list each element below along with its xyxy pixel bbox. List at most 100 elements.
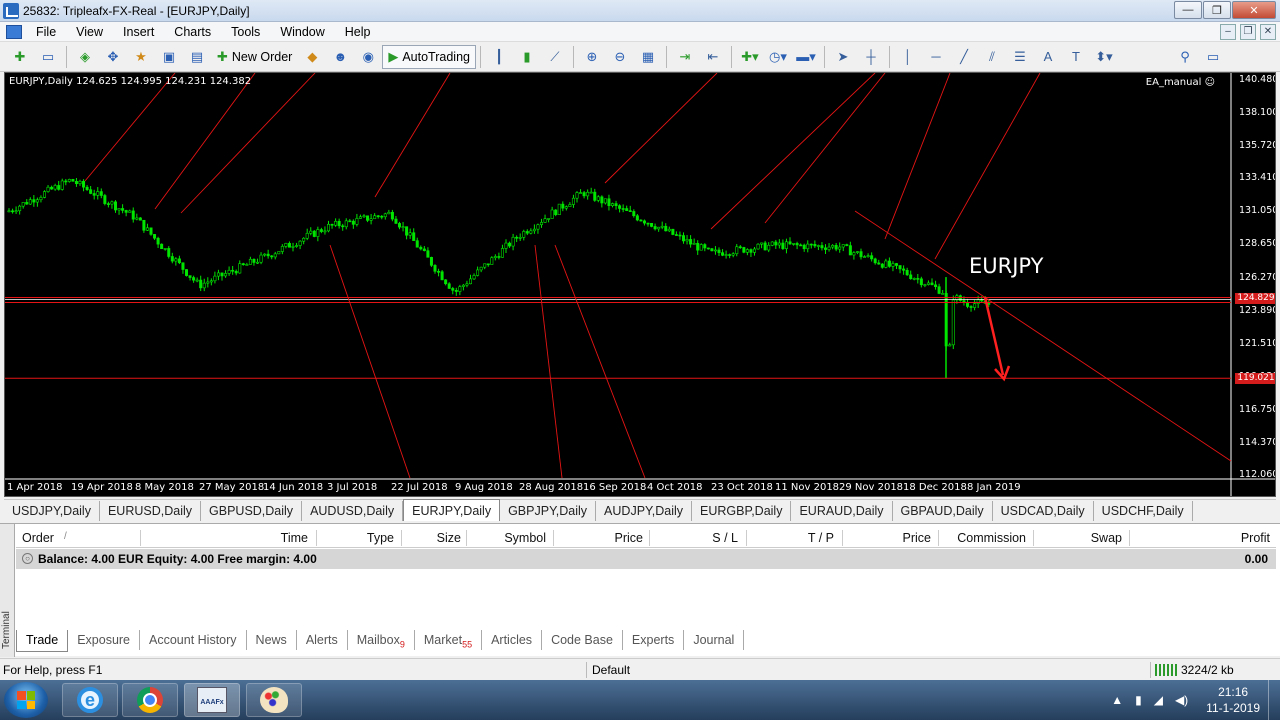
terminal-tab[interactable]: Trade (16, 630, 69, 652)
tile-windows-icon[interactable]: ▦ (637, 46, 659, 68)
chart-tab[interactable]: GBPUSD,Daily (201, 501, 303, 521)
column-header[interactable]: Size (437, 531, 461, 545)
column-header[interactable]: T / P (808, 531, 834, 545)
candlestick-icon[interactable]: ▮ (516, 46, 538, 68)
column-header[interactable]: S / L (712, 531, 738, 545)
balance-row[interactable]: ○ Balance: 4.00 EUR Equity: 4.00 Free ma… (16, 549, 1276, 569)
terminal-tab[interactable]: Code Base (542, 630, 623, 650)
crosshair-icon[interactable]: ┼ (860, 46, 882, 68)
menu-window[interactable]: Window (270, 22, 334, 42)
terminal-tab[interactable]: Alerts (297, 630, 348, 650)
column-header[interactable]: Symbol (504, 531, 546, 545)
terminal-icon[interactable]: ▣ (158, 46, 180, 68)
metatrader-taskbar[interactable]: AAAFx (184, 683, 240, 717)
chart-canvas[interactable] (5, 73, 1276, 497)
navigator-icon[interactable]: ★ (130, 46, 152, 68)
chart-minimize-button[interactable]: – (1220, 24, 1236, 40)
menu-insert[interactable]: Insert (113, 22, 164, 42)
chart-tab[interactable]: EURAUD,Daily (791, 501, 893, 521)
chrome-taskbar[interactable] (122, 683, 178, 717)
price-chart[interactable]: EURJPY,Daily 124.625 124.995 124.231 124… (4, 72, 1276, 497)
clock[interactable]: 21:16 11-1-2019 (1206, 684, 1260, 716)
battery-icon[interactable]: ▮ (1135, 693, 1142, 707)
chart-tab[interactable]: USDJPY,Daily (4, 501, 100, 521)
trendline-icon[interactable]: ╱ (953, 46, 975, 68)
internet-explorer-taskbar[interactable]: e (62, 683, 118, 717)
menu-help[interactable]: Help (335, 22, 381, 42)
cursor-icon[interactable]: ➤ (832, 46, 854, 68)
maximize-button[interactable]: ❐ (1203, 1, 1231, 19)
column-header[interactable]: Price (615, 531, 643, 545)
paint-taskbar[interactable] (246, 683, 302, 717)
menu-view[interactable]: View (66, 22, 113, 42)
terminal-tab[interactable]: Mailbox9 (348, 630, 415, 650)
metaeditor-icon[interactable]: ◆ (301, 46, 323, 68)
autotrading-button[interactable]: ▶ AutoTrading (382, 44, 476, 69)
chart-tab[interactable]: EURGBP,Daily (692, 501, 792, 521)
equidistant-channel-icon[interactable]: ⫽ (981, 46, 1003, 68)
market-watch-icon[interactable]: ◈ (74, 46, 96, 68)
chat-icon[interactable]: ☻ (329, 46, 351, 68)
terminal-tab[interactable]: Market55 (415, 630, 483, 650)
column-header[interactable]: Type (367, 531, 394, 545)
column-header[interactable]: Profit (1241, 531, 1270, 545)
column-header[interactable]: Order (22, 531, 54, 545)
new-order-button[interactable]: ✚ New Order (211, 45, 298, 69)
terminal-tab[interactable]: News (247, 630, 297, 650)
arrows-icon[interactable]: ⬍▾ (1093, 46, 1115, 68)
chart-tab[interactable]: EURJPY,Daily (403, 499, 501, 521)
strategy-tester-icon[interactable]: ▤ (186, 46, 208, 68)
show-hidden-icons-icon[interactable]: ▲ (1111, 693, 1123, 707)
templates-icon[interactable]: ▬▾ (795, 46, 817, 68)
search-icon[interactable]: ⚲ (1174, 46, 1196, 68)
auto-scroll-icon[interactable]: ⇥ (674, 46, 696, 68)
bar-chart-icon[interactable]: ┃ (488, 46, 510, 68)
new-chart-icon[interactable]: ✚ (9, 46, 31, 68)
terminal-tab[interactable]: Experts (623, 630, 685, 650)
profiles-icon[interactable]: ▭ (37, 46, 59, 68)
terminal-tab[interactable]: Exposure (68, 630, 141, 650)
close-button[interactable]: ✕ (1232, 1, 1276, 19)
network-icon[interactable]: ◢ (1154, 693, 1163, 707)
zoom-out-icon[interactable]: ⊖ (609, 46, 631, 68)
text-icon[interactable]: A (1037, 46, 1059, 68)
menu-file[interactable]: File (26, 22, 66, 42)
text-label-icon[interactable]: T (1065, 46, 1087, 68)
chart-tab[interactable]: USDCHF,Daily (1094, 501, 1193, 521)
column-header[interactable]: Time (281, 531, 308, 545)
chart-tab[interactable]: AUDJPY,Daily (596, 501, 693, 521)
minimize-button[interactable]: — (1174, 1, 1202, 19)
line-chart-icon[interactable]: ⟋ (544, 46, 566, 68)
menu-charts[interactable]: Charts (164, 22, 221, 42)
indicators-icon[interactable]: ✚▾ (739, 46, 761, 68)
chart-restore-button[interactable]: ❐ (1240, 24, 1256, 40)
show-desktop-button[interactable] (1268, 680, 1280, 720)
chart-window-icon[interactable] (6, 24, 22, 39)
terminal-tab[interactable]: Articles (482, 630, 543, 650)
chart-shift-icon[interactable]: ⇤ (702, 46, 724, 68)
chart-tab[interactable]: EURUSD,Daily (100, 501, 202, 521)
data-window-icon[interactable]: ✥ (102, 46, 124, 68)
column-header[interactable]: Swap (1091, 531, 1122, 545)
horizontal-line-icon[interactable]: ─ (925, 46, 947, 68)
terminal-tab[interactable]: Journal (684, 630, 745, 650)
start-button[interactable] (4, 682, 48, 718)
chart-close-button[interactable]: ✕ (1260, 24, 1276, 40)
periods-icon[interactable]: ◷▾ (767, 46, 789, 68)
signals-icon[interactable]: ◉ (357, 46, 379, 68)
symbol-text-label[interactable]: EURJPY (969, 254, 1043, 278)
vertical-line-icon[interactable]: │ (897, 46, 919, 68)
chart-tab[interactable]: GBPAUD,Daily (893, 501, 993, 521)
chart-tab[interactable]: USDCAD,Daily (993, 501, 1094, 521)
menu-tools[interactable]: Tools (221, 22, 270, 42)
chat-bubble-icon[interactable]: ▭ (1202, 46, 1224, 68)
chart-tab[interactable]: GBPJPY,Daily (500, 501, 597, 521)
fibonacci-icon[interactable]: ☰ (1009, 46, 1031, 68)
zoom-in-icon[interactable]: ⊕ (581, 46, 603, 68)
chart-tab[interactable]: AUDUSD,Daily (302, 501, 404, 521)
volume-icon[interactable]: ◀) (1175, 693, 1188, 707)
column-header[interactable]: Commission (957, 531, 1026, 545)
connection-status[interactable]: 3224/2 kb (1155, 663, 1234, 677)
terminal-tab[interactable]: Account History (140, 630, 247, 650)
column-header[interactable]: Price (903, 531, 931, 545)
